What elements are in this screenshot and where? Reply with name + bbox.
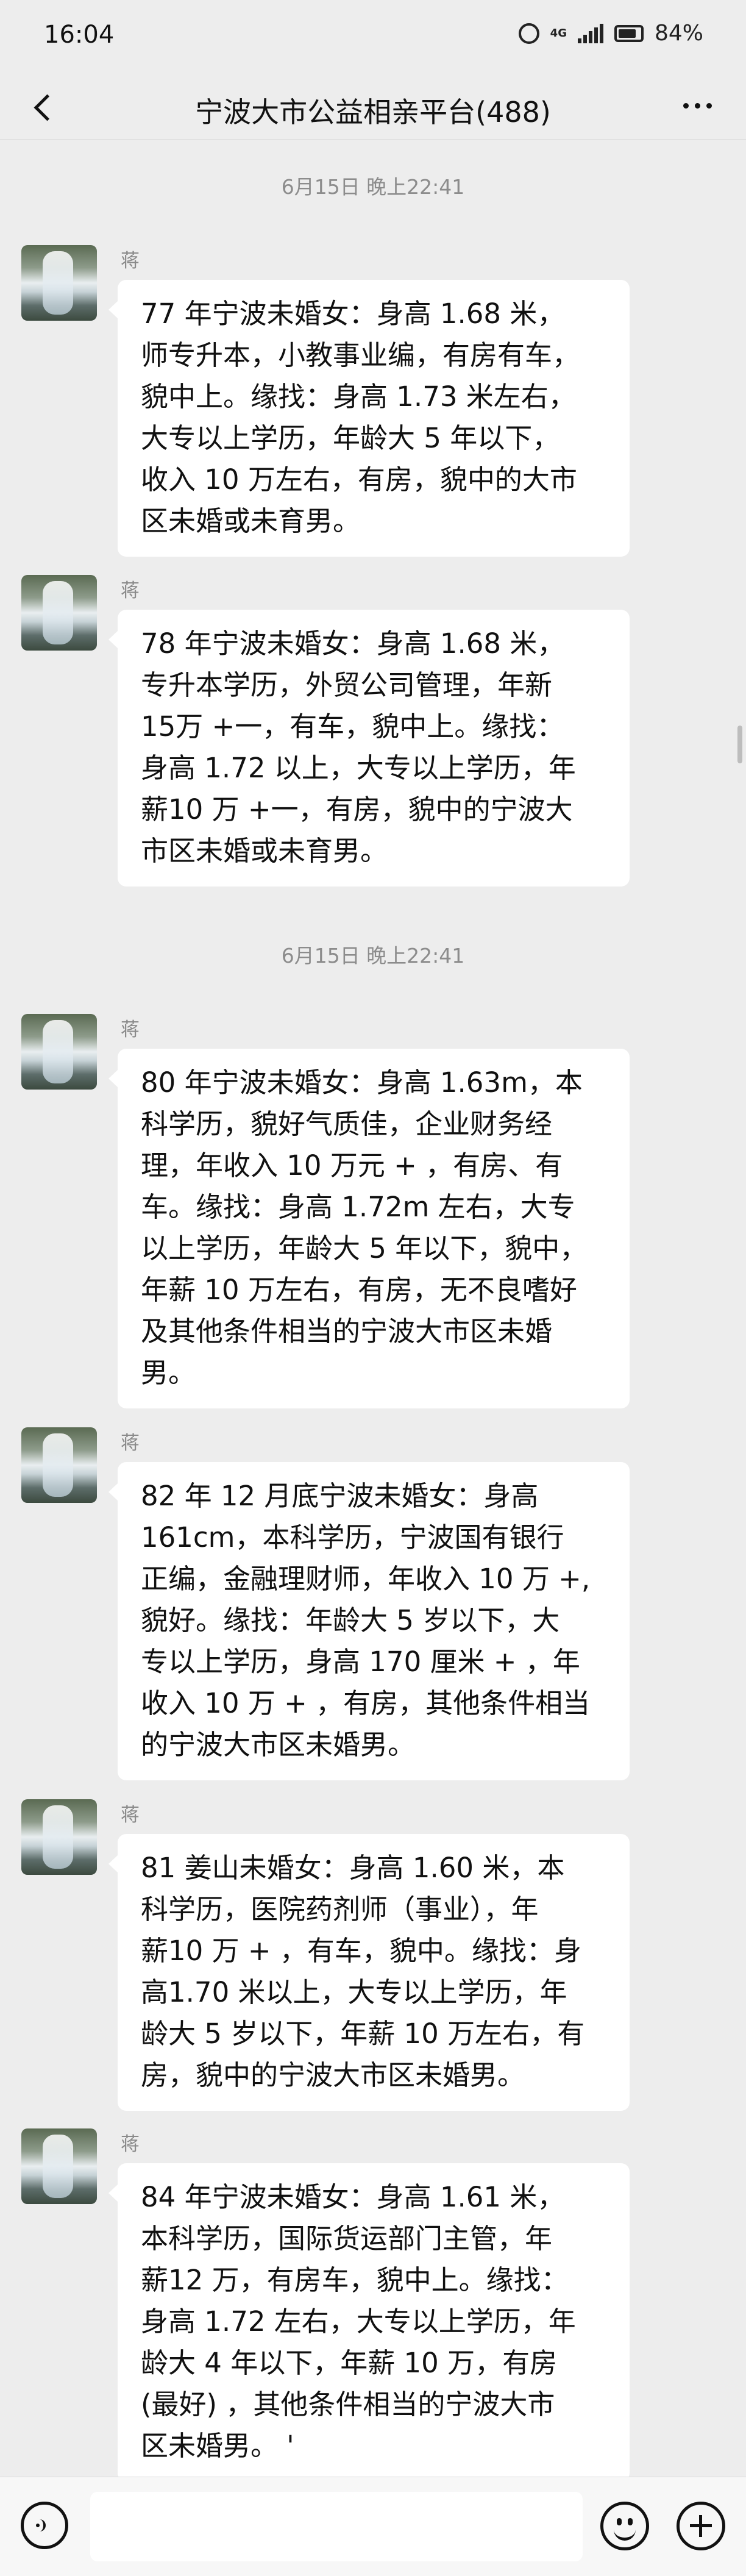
voice-icon[interactable]: [21, 2502, 68, 2549]
message-bubble[interactable]: 84 年宁波未婚女：身高 1.61 米， 本科学历，国际货运部门主管，年 薪12…: [108, 2163, 630, 2481]
message-bubble[interactable]: 81 姜山未婚女：身高 1.60 米，本 科学历，医院药剂师（事业），年 薪10…: [108, 1834, 630, 2111]
status-bar: 16:04 4G 84%: [0, 0, 746, 72]
alarm-icon: [518, 23, 539, 44]
sender-name: 蒋: [121, 2133, 140, 2155]
avatar[interactable]: [21, 1427, 97, 1503]
avatar[interactable]: [21, 575, 97, 651]
battery-level: 84%: [654, 21, 703, 46]
message-text: 77 年宁波未婚女：身高 1.68 米， 师专升本，小教事业编，有房有车， 貌中…: [141, 298, 580, 537]
avatar[interactable]: [21, 1014, 97, 1090]
sender-name: 蒋: [121, 580, 140, 602]
sender-name: 蒋: [121, 250, 140, 272]
more-dots-icon[interactable]: [673, 90, 722, 121]
chat-header: 宁波大市公益相亲平台(488): [0, 72, 746, 140]
message-bubble[interactable]: 77 年宁波未婚女：身高 1.68 米， 师专升本，小教事业编，有房有车， 貌中…: [108, 280, 630, 557]
battery-icon: [614, 24, 644, 42]
input-bar: [0, 2477, 746, 2576]
scrollbar[interactable]: [737, 726, 742, 763]
sender-name: 蒋: [121, 1432, 140, 1454]
avatar[interactable]: [21, 245, 97, 321]
message-bubble[interactable]: 80 年宁波未婚女：身高 1.63m，本 科学历，貌好气质佳，企业财务经 理，年…: [108, 1049, 630, 1408]
message-text: 81 姜山未婚女：身高 1.60 米，本 科学历，医院药剂师（事业），年 薪10…: [141, 1852, 585, 2091]
message-text: 84 年宁波未婚女：身高 1.61 米， 本科学历，国际货运部门主管，年 薪12…: [141, 2181, 576, 2462]
message-text: 78 年宁波未婚女：身高 1.68 米， 专升本学历，外贸公司管理，年新 15万…: [141, 627, 576, 867]
emoji-icon[interactable]: [600, 2502, 649, 2550]
status-time: 16:04: [44, 21, 115, 49]
status-icons: 4G 84%: [518, 21, 703, 46]
network-type: 4G: [550, 26, 567, 40]
signal-icon: [577, 23, 603, 43]
message-text: 82 年 12 月底宁波未婚女：身高 161cm，本科学历，宁波国有银行 正编，…: [141, 1480, 591, 1761]
message-timestamp: 6月15日 晚上22:41: [281, 944, 465, 968]
message-timestamp: 6月15日 晚上22:41: [281, 175, 465, 199]
message-text: 80 年宁波未婚女：身高 1.63m，本 科学历，貌好气质佳，企业财务经 理，年…: [141, 1066, 588, 1389]
sender-name: 蒋: [121, 1019, 140, 1041]
chat-title: 宁波大市公益相亲平台(488): [195, 96, 551, 129]
message-bubble[interactable]: 82 年 12 月底宁波未婚女：身高 161cm，本科学历，宁波国有银行 正编，…: [108, 1462, 630, 1780]
message-bubble[interactable]: 78 年宁波未婚女：身高 1.68 米， 专升本学历，外贸公司管理，年新 15万…: [108, 610, 630, 887]
plus-icon[interactable]: [677, 2502, 725, 2550]
sender-name: 蒋: [121, 1804, 140, 1826]
avatar[interactable]: [21, 1799, 97, 1875]
message-input[interactable]: [90, 2492, 583, 2561]
avatar[interactable]: [21, 2128, 97, 2204]
